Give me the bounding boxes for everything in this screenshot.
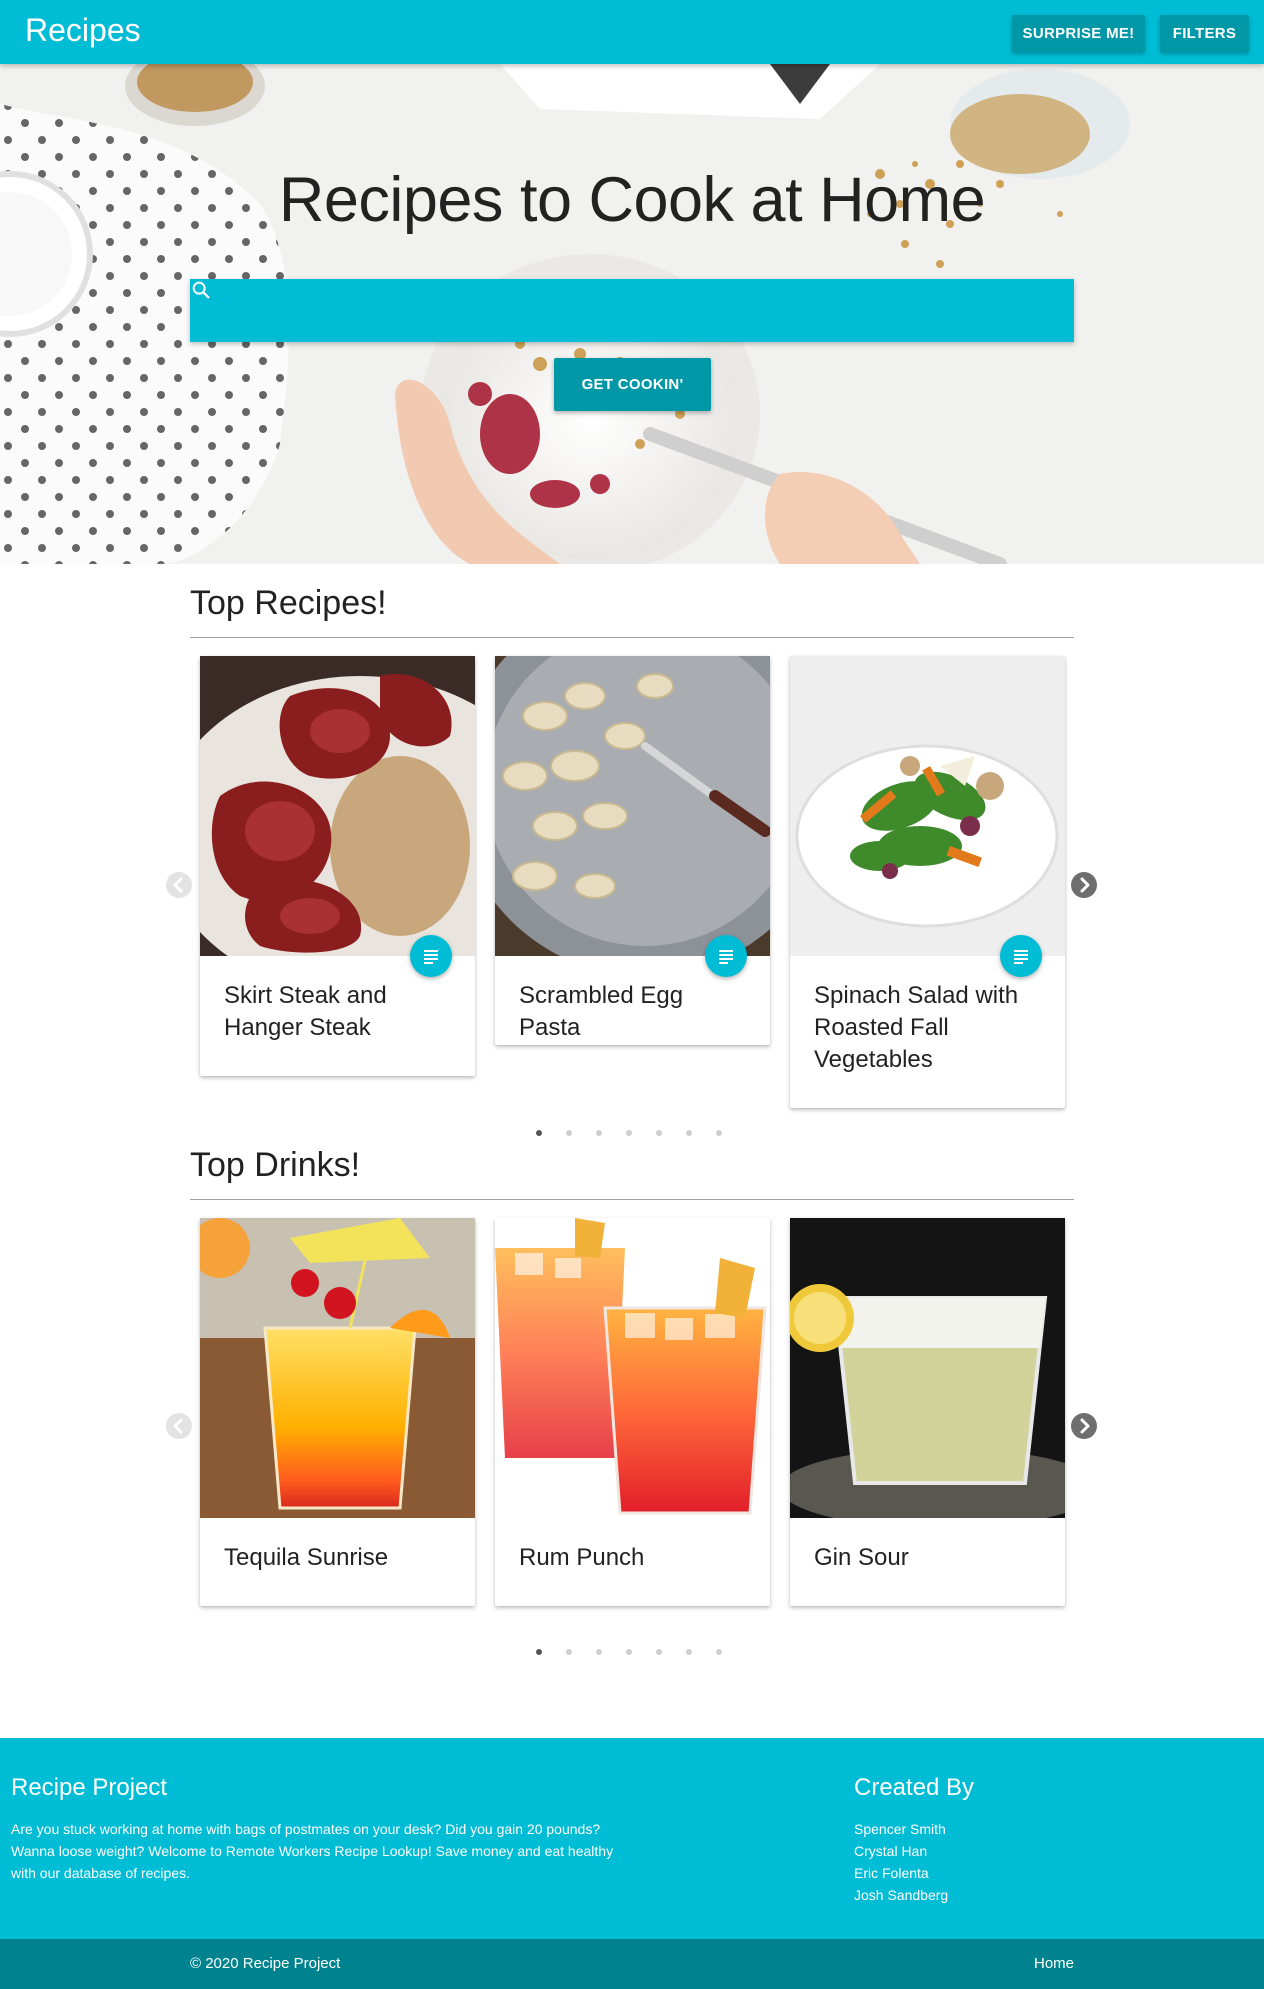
- carousel-dot[interactable]: [566, 1130, 572, 1136]
- drink-image-rum-punch: [495, 1218, 770, 1518]
- carousel-dot[interactable]: [626, 1130, 632, 1136]
- drink-image-tequila-sunrise: [200, 1218, 475, 1518]
- search-input[interactable]: [246, 279, 1056, 342]
- search-icon: [192, 281, 210, 299]
- drink-card[interactable]: Gin Sour: [790, 1218, 1065, 1606]
- creator-name: Josh Sandberg: [854, 1887, 949, 1903]
- creator-name: Spencer Smith: [854, 1821, 946, 1837]
- recipes-prev-arrow[interactable]: [166, 872, 192, 898]
- filters-button[interactable]: FILTERS: [1160, 15, 1249, 52]
- brand-logo[interactable]: Recipes: [25, 12, 141, 49]
- recipe-image-salad: [790, 656, 1065, 956]
- search-bar: [190, 279, 1074, 342]
- drinks-next-arrow[interactable]: [1071, 1413, 1097, 1439]
- chevron-left-icon: [173, 1418, 183, 1434]
- carousel-dot[interactable]: [686, 1649, 692, 1655]
- recipe-details-fab[interactable]: [1000, 935, 1042, 977]
- footer-project-text: Are you stuck working at home with bags …: [11, 1821, 614, 1881]
- navbar: Recipes SURPRISE ME! FILTERS: [0, 0, 1264, 64]
- carousel-dot[interactable]: [536, 1649, 542, 1655]
- top-recipes-heading: Top Recipes!: [190, 584, 387, 622]
- hero-title: Recipes to Cook at Home: [278, 165, 986, 235]
- recipe-card[interactable]: Scrambled Egg Pasta: [495, 656, 770, 1045]
- recipe-title[interactable]: Scrambled Egg Pasta: [519, 980, 749, 1044]
- footer-bottom-bar: © 2020 Recipe Project Home: [0, 1939, 1264, 1989]
- drink-title[interactable]: Rum Punch: [519, 1542, 749, 1574]
- notes-icon: [1014, 950, 1028, 964]
- drink-image-gin-sour: [790, 1218, 1065, 1518]
- notes-icon: [719, 950, 733, 964]
- home-link[interactable]: Home: [1034, 1955, 1074, 1972]
- recipe-card[interactable]: Spinach Salad with Roasted Fall Vegetabl…: [790, 656, 1065, 1108]
- top-drinks-divider: [190, 1199, 1074, 1200]
- carousel-dot[interactable]: [596, 1649, 602, 1655]
- creator-name: Crystal Han: [854, 1843, 928, 1859]
- recipes-pagination: [536, 1130, 730, 1140]
- carousel-dot[interactable]: [716, 1649, 722, 1655]
- carousel-dot[interactable]: [716, 1130, 722, 1136]
- drink-card[interactable]: Rum Punch: [495, 1218, 770, 1606]
- recipe-details-fab[interactable]: [705, 935, 747, 977]
- drink-title[interactable]: Gin Sour: [814, 1542, 1044, 1574]
- get-cookin-button[interactable]: GET COOKIN': [554, 358, 711, 411]
- recipes-next-arrow[interactable]: [1071, 872, 1097, 898]
- top-recipes-divider: [190, 637, 1074, 638]
- drinks-pagination: [536, 1649, 730, 1659]
- carousel-dot[interactable]: [626, 1649, 632, 1655]
- chevron-right-icon: [1080, 877, 1090, 893]
- recipe-details-fab[interactable]: [410, 935, 452, 977]
- recipe-image-steak: [200, 656, 475, 956]
- recipe-card[interactable]: Skirt Steak and Hanger Steak: [200, 656, 475, 1076]
- chevron-left-icon: [173, 877, 183, 893]
- carousel-dot[interactable]: [656, 1649, 662, 1655]
- carousel-dot[interactable]: [686, 1130, 692, 1136]
- footer-created-by-title: Created By: [854, 1774, 975, 1801]
- footer: Recipe Project Are you stuck working at …: [0, 1738, 1264, 1939]
- top-drinks-heading: Top Drinks!: [190, 1146, 361, 1184]
- hero-banner: Recipes to Cook at Home GET COOKIN': [0, 64, 1264, 564]
- recipe-title[interactable]: Skirt Steak and Hanger Steak: [224, 980, 454, 1044]
- notes-icon: [424, 950, 438, 964]
- drink-title[interactable]: Tequila Sunrise: [224, 1542, 454, 1574]
- surprise-me-button[interactable]: SURPRISE ME!: [1012, 15, 1145, 52]
- carousel-dot[interactable]: [656, 1130, 662, 1136]
- footer-project-title: Recipe Project: [11, 1774, 168, 1801]
- drinks-prev-arrow[interactable]: [166, 1413, 192, 1439]
- creator-name: Eric Folenta: [854, 1865, 929, 1881]
- carousel-dot[interactable]: [566, 1649, 572, 1655]
- recipe-image-pasta: [495, 656, 770, 956]
- carousel-dot[interactable]: [596, 1130, 602, 1136]
- drink-card[interactable]: Tequila Sunrise: [200, 1218, 475, 1606]
- copyright-text: © 2020 Recipe Project: [190, 1955, 341, 1972]
- chevron-right-icon: [1080, 1418, 1090, 1434]
- carousel-dot[interactable]: [536, 1130, 542, 1136]
- creators-list: Spencer Smith Crystal Han Eric Folenta J…: [854, 1818, 948, 1906]
- recipe-title[interactable]: Spinach Salad with Roasted Fall Vegetabl…: [814, 980, 1044, 1076]
